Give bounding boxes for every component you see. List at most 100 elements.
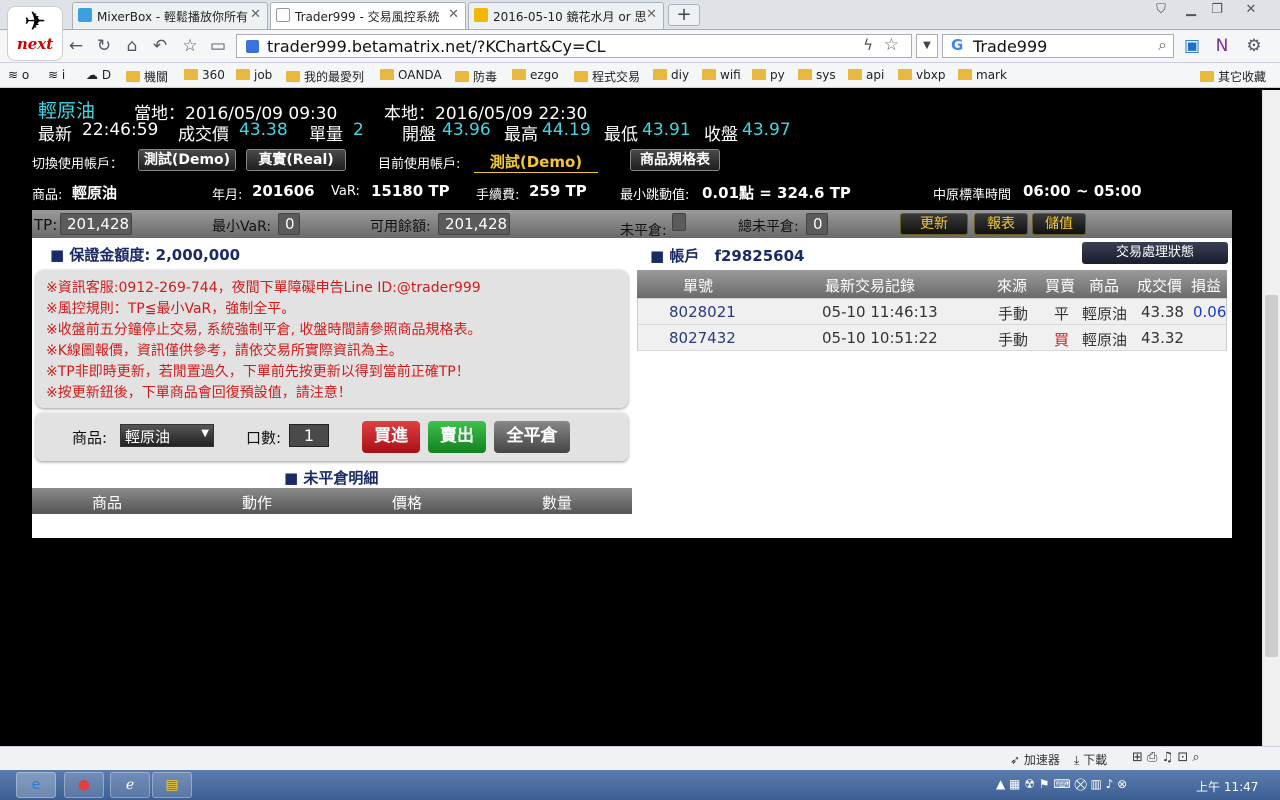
positions-table-header: 商品 動作 價格 數量 [32,488,632,514]
close-window-icon[interactable]: ✕ [1240,2,1262,20]
folder-icon [653,69,667,80]
address-dropdown[interactable]: ▼ [916,34,938,58]
buy-button[interactable]: 買進 [362,421,420,453]
bookmark-folder[interactable]: api [848,68,884,82]
chrome-icon[interactable]: ● [64,772,104,798]
deposit-button[interactable]: 儲值 [1032,213,1086,235]
lightning-icon[interactable]: ϟ [863,36,873,54]
close-icon[interactable]: ✕ [646,7,657,22]
browser-logo[interactable]: ✈ next [7,6,63,61]
demo-account-button[interactable]: 測試(Demo) [138,149,236,171]
var-value: 15180 TP [371,182,450,200]
rocket-icon: ➶ [1010,753,1024,767]
vertical-scrollbar[interactable] [1262,90,1280,746]
real-account-button[interactable]: 真實(Real) [246,149,346,171]
blog-icon [474,8,488,22]
screenshot-icon[interactable]: ▣ [1182,36,1202,56]
quote-header: 輕原油 當地：2016/05/09 09:30 本地：2016/05/09 22… [32,90,1232,210]
close-all-button[interactable]: 全平倉 [494,421,570,453]
bookmark-folder[interactable]: 360 [184,68,225,82]
bookmark-folder[interactable]: 機關 [126,68,168,85]
bookmark-folder[interactable]: ezgo [512,68,559,82]
settings-icon[interactable]: ⚙ [1244,36,1264,56]
trade-status-button[interactable]: 交易處理狀態 [1082,242,1228,264]
bookmark-folder[interactable]: diy [653,68,689,82]
minimize-icon[interactable]: ▁ [1180,2,1202,20]
home-icon[interactable]: ⌂ [122,36,142,56]
new-tab-button[interactable]: + [668,4,700,26]
cloud-icon: ☁ [86,68,102,82]
bookmark-folder[interactable]: 我的最愛列 [286,68,364,85]
bookmark-item[interactable]: ≋ o [8,68,29,82]
open-price: 43.96 [442,120,491,140]
address-bar[interactable]: trader999.betamatrix.net/?KChart&Cy=CL ϟ… [236,34,912,58]
tray-icons[interactable]: ▲ ▦ ☢ ⚑ ⌨ ⛒ ▥ ♪ ⊗ [996,777,1127,792]
latest-time: 22:46:59 [82,120,159,140]
folder-icon [752,69,766,80]
security-icon [246,40,259,53]
bookmark-folder[interactable]: job [236,68,272,82]
local-time: 當地：2016/05/09 09:30 [134,104,338,124]
refresh-button[interactable]: 更新 [900,213,968,235]
table-row[interactable]: 8027432 05-10 10:51:22 手動 買 輕原油 43.32 [638,325,1226,351]
taskbar-clock: 上午 11:47 [1196,780,1259,794]
close-icon[interactable]: ✕ [250,7,261,22]
product-select[interactable]: 輕原油 ▼ [120,424,214,447]
bookmark-folder[interactable]: wifi [702,68,741,82]
onenote-icon[interactable]: N [1212,36,1232,56]
tab-trader999[interactable]: Trader999 - 交易風控系統 ✕ [270,2,466,29]
bookmark-item[interactable]: ≋ i [48,68,65,82]
notice-line: ※資訊客服:0912-269-744，夜間下單障礙申告Line ID:@trad… [46,280,481,296]
bookmark-folder[interactable]: 防毒 [455,68,497,85]
restore-icon[interactable]: ❐ [1206,2,1228,20]
reload-icon[interactable]: ↻ [94,36,114,56]
ie-window-icon[interactable]: ℯ [110,772,150,798]
page-icon [276,8,290,22]
undo-icon[interactable]: ↶ [150,36,170,56]
back-icon[interactable]: ← [66,36,86,56]
close-icon[interactable]: ✕ [448,7,459,22]
bookmark-folder[interactable]: 程式交易 [574,68,640,85]
chevron-down-icon: ▼ [201,428,209,439]
notice-line: ※TP非即時更新，若閒置過久，下單前先按更新以得到當前正確TP！ [46,364,470,380]
ie-icon[interactable]: e [16,772,56,798]
current-account: 測試(Demo) [474,151,598,173]
explorer-icon[interactable]: ▤ [152,772,192,798]
search-icon[interactable]: ⌕ [1158,35,1167,55]
lots-input[interactable]: 1 [289,424,329,447]
bookmark-folder[interactable]: 其它收藏 [1200,68,1266,85]
favorite-icon[interactable]: ☆ [180,36,200,56]
tab-mixerbox[interactable]: MixerBox - 輕鬆播放你所有 ✕ [72,2,268,29]
scrollbar-thumb[interactable] [1265,295,1278,657]
report-button[interactable]: 報表 [974,213,1028,235]
folder-icon [702,69,716,80]
bookmark-folder[interactable]: vbxp [898,68,945,82]
table-row[interactable]: 8028021 05-10 11:46:13 手動 平 輕原油 43.38 0.… [638,299,1226,325]
history-table-header: 單號 最新交易記錄 來源 買賣 商品 成交價 損益 [637,270,1227,298]
tick-value: 0.01點 = 324.6 TP [702,184,851,202]
last-qty: 2 [353,120,364,140]
accelerator-button[interactable]: ➶ 加速器 [1010,751,1060,768]
notice-line: ※收盤前五分鐘停止交易, 系統強制平倉, 收盤時間請參照商品規格表。 [46,322,482,338]
fee-value: 259 TP [529,182,587,200]
tab-blog[interactable]: 2016-05-10 鏡花水月 or 思 ✕ [468,2,664,29]
folder-icon [898,69,912,80]
bookmark-folder[interactable]: OANDA [380,68,442,82]
order-panel: 商品: 輕原油 ▼ 口數: 1 買進 賣出 全平倉 [36,413,628,461]
download-button[interactable]: ⤓ 下載 [1074,751,1107,768]
windows-taskbar: e ● ℯ ▤ ▲ ▦ ☢ ⚑ ⌨ ⛒ ▥ ♪ ⊗ 上午 11:47 [0,770,1280,800]
sell-button[interactable]: 賣出 [428,421,486,453]
status-tool-icons[interactable]: ⊞ ⎙ ♫ ⊡ ⌕ [1132,750,1200,765]
browser-status-bar: ➶ 加速器 ⤓ 下載 ⊞ ⎙ ♫ ⊡ ⌕ [0,746,1280,770]
bookmark-folder[interactable]: mark [958,68,1007,82]
search-box[interactable]: G Trade999 ⌕ [942,34,1174,58]
bookmark-star-icon[interactable]: ☆ [884,35,899,55]
contract-month: 201606 [252,182,315,200]
bookmark-folder[interactable]: sys [798,68,836,82]
history-icon[interactable]: ▭ [208,36,228,56]
bookmark-item[interactable]: ☁ D [86,68,111,82]
bookmark-folder[interactable]: py [752,68,785,82]
available-balance: 201,428 [438,213,510,235]
shirt-icon[interactable]: ⛉ [1150,2,1172,20]
spec-table-button[interactable]: 商品規格表 [630,149,720,171]
